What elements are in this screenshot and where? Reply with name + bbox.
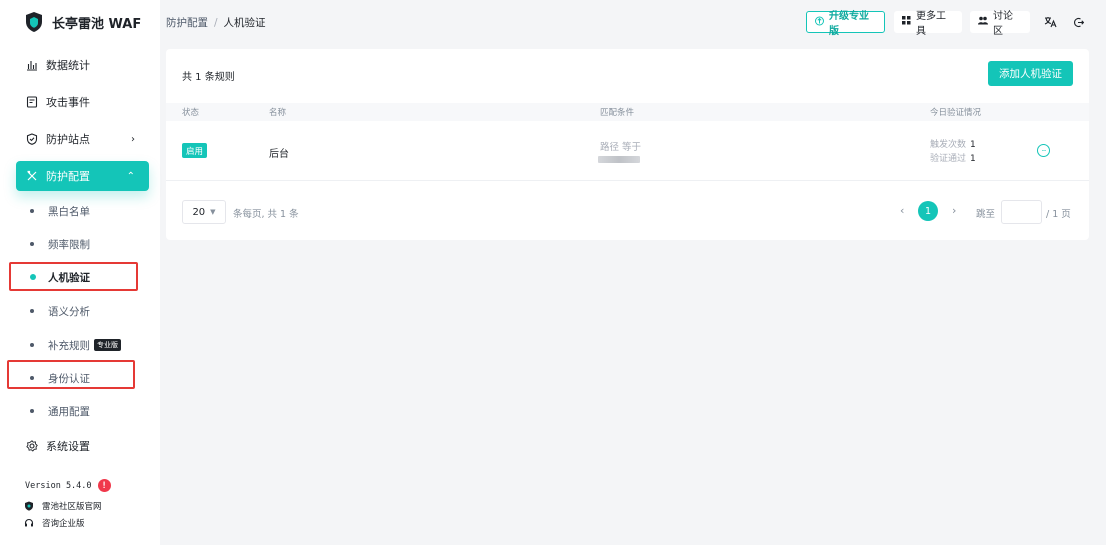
event-log-icon xyxy=(26,96,38,108)
logout-icon[interactable] xyxy=(1067,11,1089,33)
status-badge: 启用 xyxy=(182,143,208,158)
link-label: 雷池社区版官网 xyxy=(42,502,102,512)
trigger-count: 1 xyxy=(970,140,976,150)
pass-count-line: 验证通过 1 xyxy=(930,151,976,164)
caret-down-icon: ▼ xyxy=(210,208,216,216)
bullet-icon xyxy=(30,209,34,213)
chevron-up-icon: ⌃ xyxy=(126,170,135,182)
bar-chart-icon xyxy=(26,59,38,71)
page-number-current[interactable]: 1 xyxy=(918,201,938,221)
rule-name: 后台 xyxy=(269,149,289,160)
page-size-select[interactable]: 20 ▼ xyxy=(182,200,226,224)
more-tools-button[interactable]: 更多工具 xyxy=(894,11,962,37)
shield-logo-icon xyxy=(26,12,42,32)
more-actions-icon[interactable]: ··· xyxy=(1037,144,1050,157)
sidebar-item-label: 系统设置 xyxy=(46,440,90,453)
table-row: 启用 后台 路径 等于 触发次数 1 验证通过 1 ··· xyxy=(166,121,1089,181)
rules-card: 共 1 条规则 添加人机验证 状态 名称 匹配条件 今日验证情况 启用 后台 路… xyxy=(166,49,1089,240)
jump-page-input[interactable] xyxy=(1001,200,1042,224)
pass-count: 1 xyxy=(970,154,976,164)
app-logo[interactable]: 长亭雷池 WAF xyxy=(24,10,141,34)
upgrade-pro-button[interactable]: 升级专业版 xyxy=(806,11,885,37)
highlight-auth-box xyxy=(7,360,135,389)
breadcrumb: 防护配置 / 人机验证 xyxy=(166,15,266,30)
column-header-name: 名称 xyxy=(269,108,287,118)
next-page-icon[interactable]: › xyxy=(952,204,956,217)
forum-button[interactable]: 讨论区 xyxy=(970,11,1030,37)
bullet-icon xyxy=(30,242,34,246)
bullet-icon xyxy=(30,309,34,313)
sub-item-rate-limit[interactable]: 频率限制 xyxy=(30,233,90,255)
sidebar-item-label: 攻击事件 xyxy=(46,96,90,109)
column-header-today-stats: 今日验证情况 xyxy=(930,108,982,118)
prev-page-icon[interactable]: ‹ xyxy=(900,204,904,217)
breadcrumb-separator: / xyxy=(214,17,218,29)
table-header: 状态 名称 匹配条件 今日验证情况 xyxy=(166,103,1089,121)
upgrade-label: 升级专业版 xyxy=(829,11,869,37)
sidebar-item-stats[interactable]: 数据统计 xyxy=(16,50,149,80)
breadcrumb-current: 人机验证 xyxy=(223,17,266,29)
column-header-condition: 匹配条件 xyxy=(600,108,635,118)
condition-text: 路径 等于 xyxy=(600,142,642,153)
sidebar-item-system-settings[interactable]: 系统设置 xyxy=(16,431,149,461)
sub-item-label: 频率限制 xyxy=(48,238,90,251)
sub-item-extra-rules[interactable]: 补充规则 专业版 xyxy=(30,334,121,356)
sub-item-label: 语义分析 xyxy=(48,305,90,318)
shield-outline-icon xyxy=(26,133,38,145)
version-text: Version 5.4.0 xyxy=(25,480,92,491)
rule-count: 共 1 条规则 xyxy=(182,72,235,83)
community-icon xyxy=(978,16,988,28)
shield-small-icon xyxy=(24,501,34,511)
sub-item-label: 黑白名单 xyxy=(48,205,90,218)
gear-icon xyxy=(26,440,38,452)
forum-label: 讨论区 xyxy=(993,11,1013,37)
pro-badge: 专业版 xyxy=(94,339,121,351)
redacted-condition-value xyxy=(598,156,640,163)
bullet-icon xyxy=(30,343,34,347)
headset-icon xyxy=(24,518,34,528)
total-pages: / 1 页 xyxy=(1046,209,1071,220)
sub-item-blacklist-whitelist[interactable]: 黑白名单 xyxy=(30,200,90,222)
sub-item-label: 补充规则 xyxy=(48,339,90,352)
sidebar-item-protection-config[interactable]: 防护配置 ⌃ xyxy=(16,161,149,191)
bullet-icon xyxy=(30,409,34,413)
trigger-count-line: 触发次数 1 xyxy=(930,137,976,150)
pass-label: 验证通过 xyxy=(930,154,967,164)
trigger-label: 触发次数 xyxy=(930,140,967,150)
page-size-value: 20 xyxy=(192,206,206,218)
jump-label: 跳至 xyxy=(976,209,996,220)
version-info: Version 5.4.0 ! xyxy=(25,479,111,492)
breadcrumb-parent[interactable]: 防护配置 xyxy=(166,17,208,29)
sidebar-item-attack-events[interactable]: 攻击事件 xyxy=(16,87,149,117)
sidebar-item-label: 防护配置 xyxy=(46,170,90,183)
pagination-info: 条每页, 共 1 条 xyxy=(233,209,299,220)
sidebar-item-label: 数据统计 xyxy=(46,59,90,72)
grid-icon xyxy=(902,16,911,28)
more-tools-label: 更多工具 xyxy=(916,11,946,37)
update-alert-icon[interactable]: ! xyxy=(97,479,111,492)
language-toggle-icon[interactable] xyxy=(1039,11,1061,33)
sidebar-item-label: 防护站点 xyxy=(46,133,90,146)
enterprise-consult-link[interactable]: 咨询企业版 xyxy=(24,517,85,529)
upgrade-arrow-icon xyxy=(815,16,824,29)
sub-item-label: 通用配置 xyxy=(48,405,90,418)
link-label: 咨询企业版 xyxy=(42,519,85,529)
app-name: 长亭雷池 WAF xyxy=(52,16,142,32)
sub-item-general-config[interactable]: 通用配置 xyxy=(30,400,90,422)
community-site-link[interactable]: 雷池社区版官网 xyxy=(24,500,102,512)
tools-icon xyxy=(26,170,38,182)
add-captcha-button[interactable]: 添加人机验证 xyxy=(988,61,1073,86)
sidebar-item-protected-sites[interactable]: 防护站点 › xyxy=(16,124,149,154)
highlight-captcha-box xyxy=(9,262,138,291)
column-header-status: 状态 xyxy=(182,108,200,118)
chevron-right-icon: › xyxy=(131,133,135,145)
sub-item-semantic-analysis[interactable]: 语义分析 xyxy=(30,300,90,322)
